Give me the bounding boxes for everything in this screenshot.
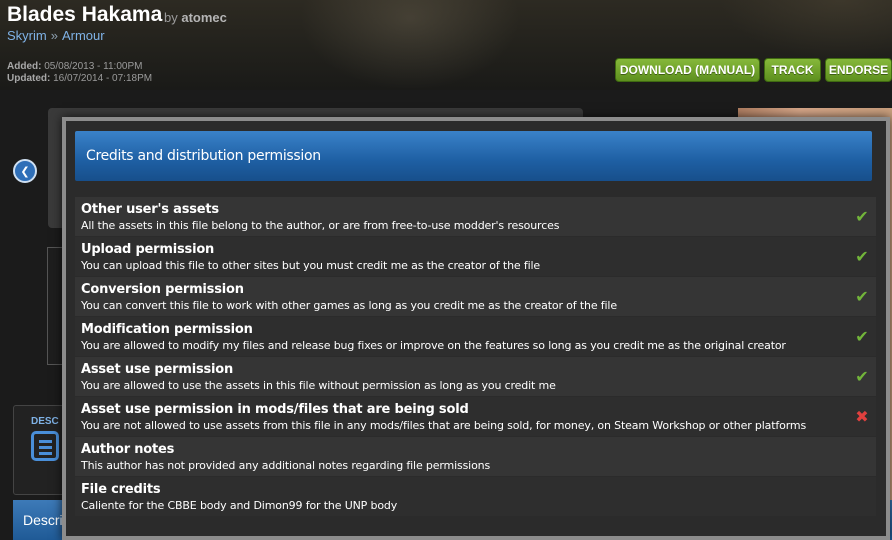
added-date: Added: 05/08/2013 - 11:00PM: [7, 61, 143, 72]
permission-row: Upload permission You can upload this fil…: [75, 237, 876, 276]
permission-title: Upload permission: [81, 242, 215, 257]
check-icon: ✔: [855, 327, 869, 346]
permission-title: Other user's assets: [81, 202, 219, 217]
permission-row: Conversion permission You can convert thi…: [75, 277, 876, 316]
document-list-icon: [31, 431, 59, 461]
permission-description: You can convert this file to work with o…: [81, 299, 617, 312]
permission-description: All the assets in this file belong to th…: [81, 219, 560, 232]
by-prefix: by: [164, 10, 178, 25]
permission-row: Asset use permission in mods/files that …: [75, 397, 876, 436]
page-title: Blades Hakama: [7, 3, 163, 26]
permission-row: File credits Caliente for the CBBE body a…: [75, 477, 876, 516]
breadcrumb-category[interactable]: Armour: [62, 28, 105, 43]
check-icon: ✔: [855, 287, 869, 306]
breadcrumb-separator: »: [50, 28, 58, 43]
check-icon: ✔: [855, 367, 869, 386]
permission-row: Modification permission You are allowed t…: [75, 317, 876, 356]
check-icon: ✔: [855, 247, 869, 266]
chevron-left-icon[interactable]: ❮: [13, 159, 37, 183]
permission-description: You are allowed to modify my files and r…: [81, 339, 786, 352]
tab-description-label: DESC: [31, 416, 59, 427]
permission-description: Caliente for the CBBE body and Dimon99 f…: [81, 499, 398, 512]
author-link[interactable]: atomec: [181, 10, 227, 25]
permission-title: Modification permission: [81, 322, 253, 337]
file-dates: Added: 05/08/2013 - 11:00PM Updated: 16/…: [7, 61, 152, 85]
modal-title: Credits and distribution permission: [75, 131, 872, 181]
permission-title: Author notes: [81, 442, 175, 457]
author-line: by atomec: [164, 10, 227, 25]
permission-title: Conversion permission: [81, 282, 244, 297]
permission-title: File credits: [81, 482, 161, 497]
permission-description: You can upload this file to other sites …: [81, 259, 541, 272]
permission-row: Other user's assets All the assets in thi…: [75, 197, 876, 236]
permission-row: Asset use permission You are allowed to u…: [75, 357, 876, 396]
permission-row: Author notes This author has not provided…: [75, 437, 876, 476]
breadcrumb: Skyrim» Armour: [7, 28, 105, 43]
download-manual-button[interactable]: DOWNLOAD (MANUAL): [615, 58, 760, 82]
permission-description: You are not allowed to use assets from t…: [81, 419, 807, 432]
endorse-button[interactable]: ENDORSE: [825, 58, 892, 82]
permission-description: You are allowed to use the assets in thi…: [81, 379, 556, 392]
permission-description: This author has not provided any additio…: [81, 459, 491, 472]
description-bar-label: Descri: [23, 512, 63, 528]
breadcrumb-game[interactable]: Skyrim: [7, 28, 47, 43]
permission-title: Asset use permission: [81, 362, 234, 377]
updated-date: Updated: 16/07/2014 - 07:18PM: [7, 73, 153, 84]
cross-icon: ✖: [855, 407, 869, 426]
track-button[interactable]: TRACK: [764, 58, 821, 82]
permission-title: Asset use permission in mods/files that …: [81, 402, 469, 417]
check-icon: ✔: [855, 207, 869, 226]
